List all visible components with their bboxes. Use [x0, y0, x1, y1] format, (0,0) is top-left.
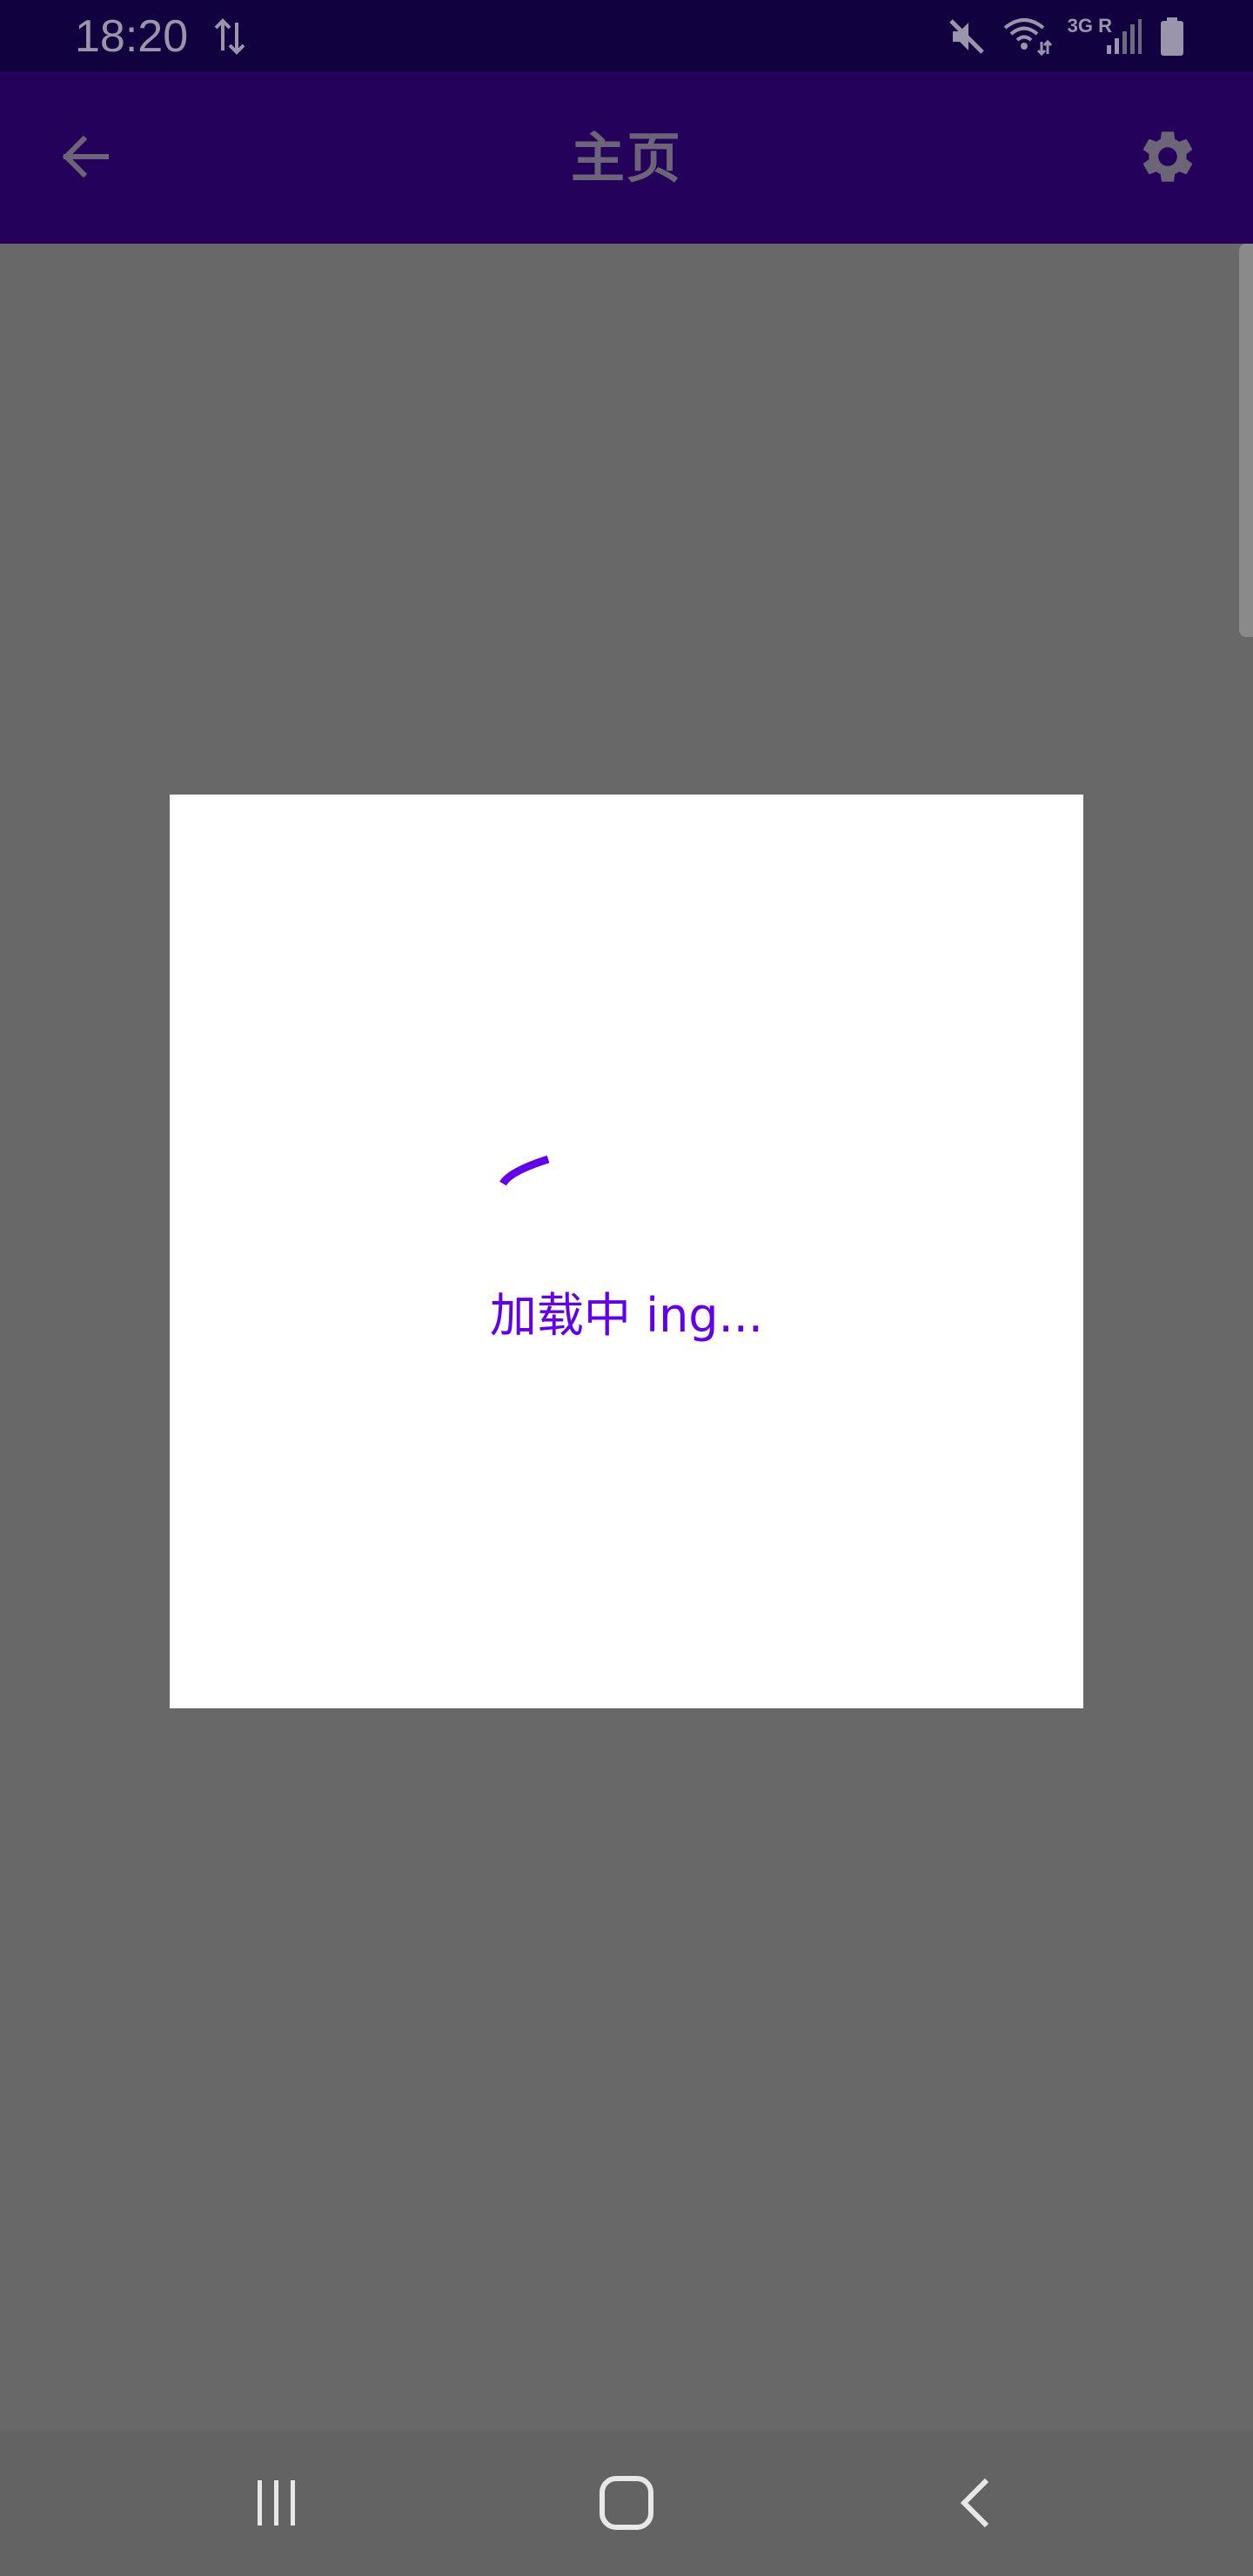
- nav-back-button[interactable]: [933, 2459, 1020, 2546]
- page-title: 主页: [570, 126, 682, 190]
- back-icon: [960, 2478, 989, 2528]
- data-sync-icon: [214, 18, 245, 55]
- loading-dialog: [170, 795, 1083, 1708]
- mute-icon: [948, 12, 986, 61]
- progress-spinner-icon: [499, 1155, 550, 1186]
- scrollbar[interactable]: [1239, 244, 1253, 637]
- network-type-label: 3G R: [1067, 15, 1112, 37]
- settings-button[interactable]: [1131, 120, 1204, 193]
- recent-apps-button[interactable]: [233, 2459, 320, 2546]
- battery-icon: [1159, 12, 1185, 61]
- recent-apps-icon: [258, 2480, 295, 2526]
- gear-icon: [1142, 131, 1193, 182]
- home-button[interactable]: [583, 2459, 670, 2546]
- status-bar: 18:20 3G R: [0, 0, 1253, 71]
- navigation-bar: [0, 2430, 1253, 2576]
- status-icons: 3G R: [948, 12, 1185, 61]
- cell-signal-icon: 3G R: [1068, 12, 1143, 61]
- loading-text: 加载中 ing...: [489, 1288, 764, 1343]
- app-bar: 主页: [0, 71, 1253, 244]
- status-time: 18:20: [75, 11, 189, 62]
- wifi-icon: [1002, 12, 1052, 61]
- home-icon: [600, 2476, 653, 2530]
